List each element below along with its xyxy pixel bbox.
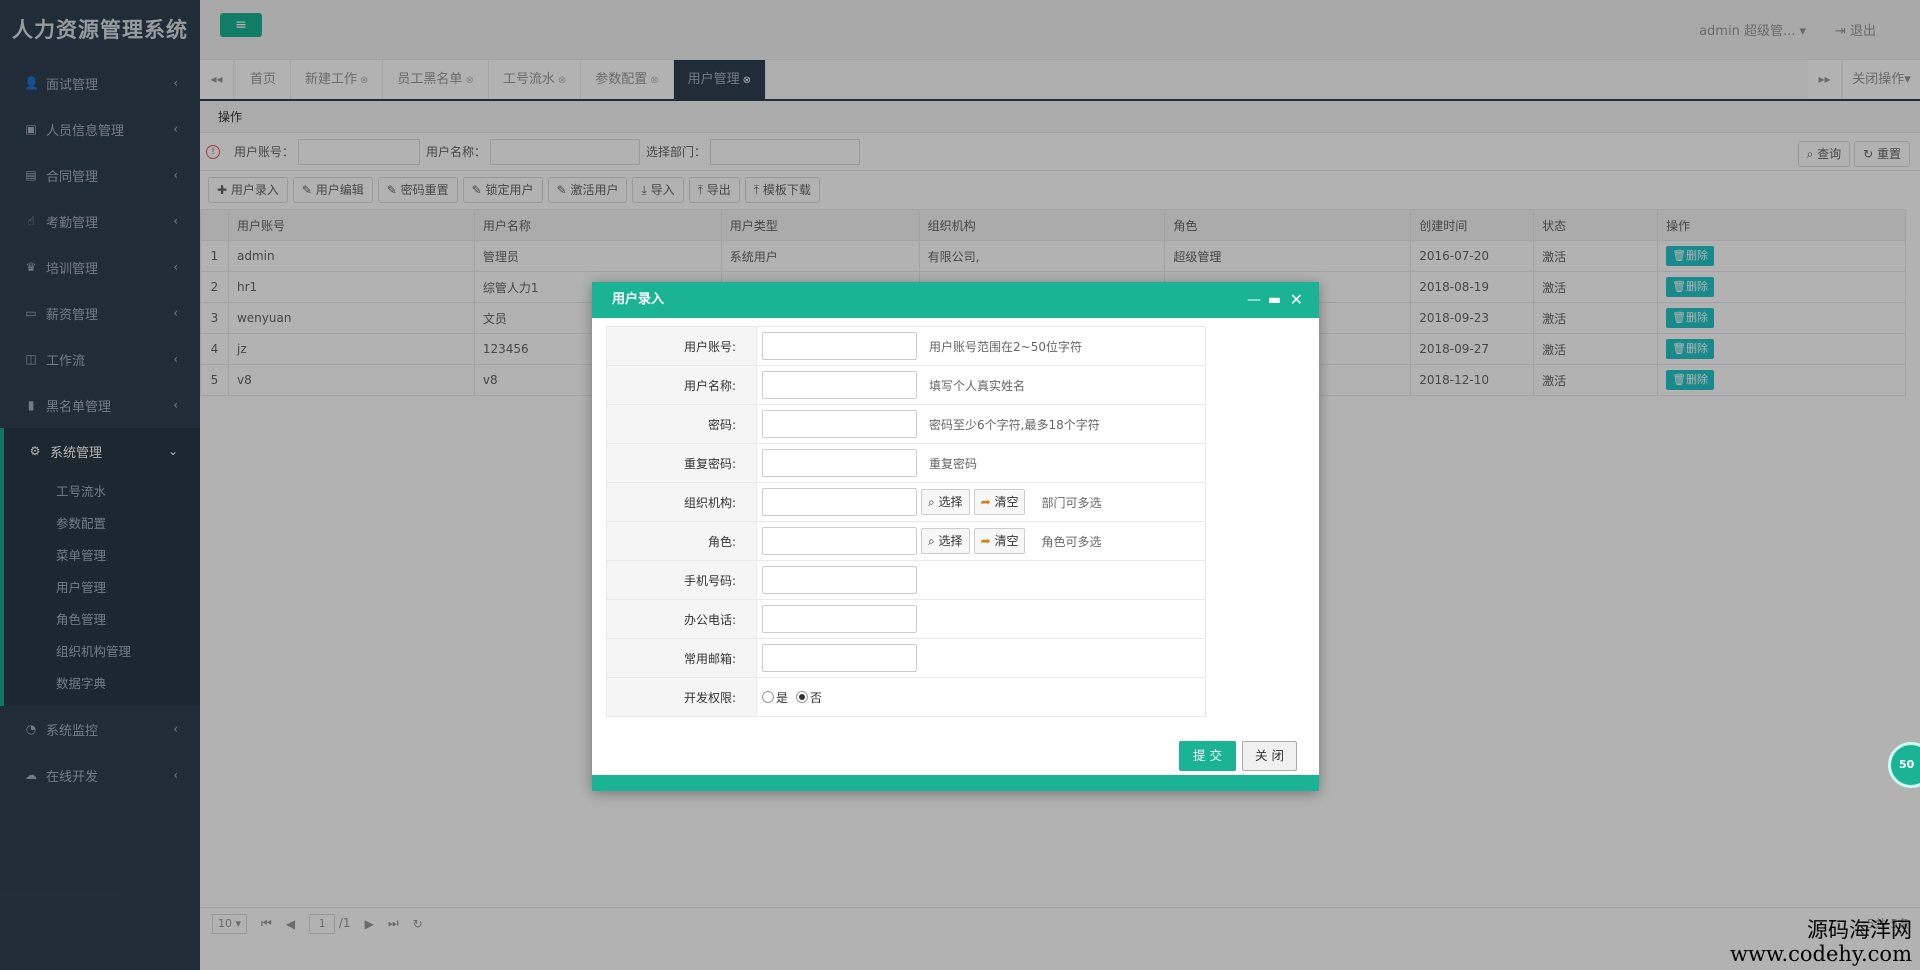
field-label: 手机号码: (606, 560, 757, 600)
dialog-header: 用户录入 — ▬ ✕ (592, 282, 1319, 318)
field-label: 角色: (606, 521, 757, 561)
password-input[interactable] (762, 410, 917, 438)
org-select-button[interactable]: ⌕ 选择 (921, 489, 970, 515)
field-label: 组织机构: (606, 482, 757, 522)
maximize-icon[interactable]: ▬ (1268, 282, 1281, 318)
clear-label: 清空 (994, 495, 1019, 509)
search-icon: ⌕ (928, 534, 939, 548)
watermark-line1: 源码海洋网 (1807, 918, 1912, 942)
watermark: 源码海洋网 www.codehy.com (1730, 914, 1912, 966)
dialog-buttons: 提 交 关 闭 (1179, 741, 1297, 771)
dialog-title: 用户录入 (612, 292, 665, 307)
field-label: 用户名称: (606, 365, 757, 405)
dev-permission-no-radio[interactable] (796, 691, 809, 703)
mobile-input[interactable] (762, 566, 917, 594)
role-clear-button[interactable]: ➦ 清空 (973, 528, 1026, 554)
field-label: 密码: (606, 404, 757, 444)
field-label: 重复密码: (606, 443, 757, 483)
account-input[interactable] (762, 332, 917, 360)
watermark-line2: www.codehy.com (1730, 942, 1912, 966)
radio-yes-label: 是 (776, 690, 789, 705)
field-label: 常用邮箱: (606, 638, 757, 678)
close-icon[interactable]: ✕ (1290, 282, 1303, 318)
minimize-icon[interactable]: — (1247, 282, 1261, 318)
radio-no-label: 否 (810, 690, 823, 705)
dialog-footer-bar (592, 775, 1319, 791)
org-clear-button[interactable]: ➦ 清空 (973, 489, 1026, 515)
dev-permission-yes-radio[interactable] (762, 691, 774, 703)
role-hint: 角色可多选 (1041, 534, 1102, 549)
user-entry-form: 用户账号: 用户账号范围在2~50位字符 用户名称: 填写个人真实姓名 密码: … (606, 326, 1206, 717)
org-hint: 部门可多选 (1041, 495, 1102, 510)
select-label: 选择 (938, 495, 963, 509)
search-icon: ⌕ (928, 495, 939, 509)
eraser-icon: ➦ (980, 495, 995, 509)
submit-button[interactable]: 提 交 (1179, 741, 1237, 771)
office-phone-input[interactable] (762, 605, 917, 633)
role-select-button[interactable]: ⌕ 选择 (921, 528, 970, 554)
account-hint: 用户账号范围在2~50位字符 (929, 339, 1082, 354)
select-label: 选择 (938, 534, 963, 548)
close-button[interactable]: 关 闭 (1242, 741, 1297, 771)
username-hint: 填写个人真实姓名 (929, 378, 1026, 393)
confirm-password-input[interactable] (762, 449, 917, 477)
role-input[interactable] (762, 527, 917, 555)
field-label: 开发权限: (606, 677, 757, 717)
clear-label: 清空 (994, 534, 1019, 548)
org-input[interactable] (762, 488, 917, 516)
username-input[interactable] (762, 371, 917, 399)
field-label: 办公电话: (606, 599, 757, 639)
password-hint: 密码至少6个字符,最多18个字符 (929, 417, 1100, 432)
email-input[interactable] (762, 644, 917, 672)
user-entry-dialog: 用户录入 — ▬ ✕ 用户账号: 用户账号范围在2~50位字符 用户名称: 填写… (592, 282, 1319, 791)
field-label: 用户账号: (606, 326, 757, 366)
confirm-password-hint: 重复密码 (929, 456, 978, 471)
eraser-icon: ➦ (980, 534, 995, 548)
